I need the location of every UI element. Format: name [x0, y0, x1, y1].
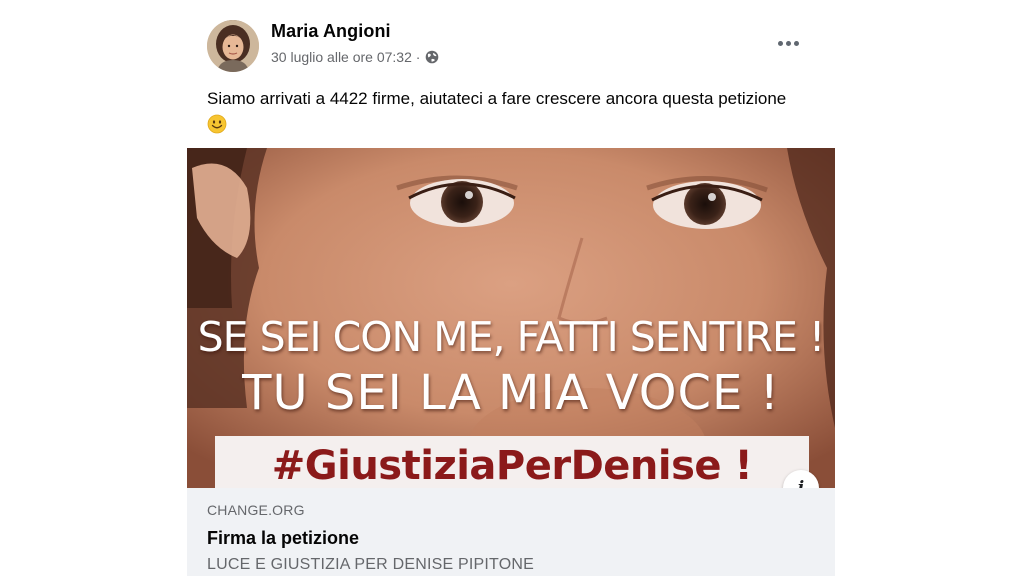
post-timestamp[interactable]: 30 luglio alle ore 07:32 ·	[271, 49, 420, 65]
link-title[interactable]: Firma la petizione	[207, 528, 359, 549]
image-headline-line1: SE SEI CON ME, FATTI SENTIRE !	[197, 313, 826, 361]
image-headline-line2: TU SEI LA MIA VOCE !	[242, 365, 780, 421]
link-description: LUCE E GIUSTIZIA PER DENISE PIPITONE	[207, 556, 534, 573]
globe-icon[interactable]	[425, 50, 439, 64]
hashtag-text: #GiustiziaPerDenise !	[271, 443, 753, 488]
author-name[interactable]: Maria Angioni	[271, 21, 391, 42]
post-text-body: Siamo arrivati a 4422 firme, aiutateci a…	[207, 89, 787, 108]
link-preview[interactable]: CHANGE.ORG Firma la petizione LUCE E GIU…	[187, 488, 835, 576]
author-avatar[interactable]	[207, 20, 259, 72]
more-options-button[interactable]	[773, 30, 803, 56]
post-image[interactable]: SE SEI CON ME, FATTI SENTIRE ! TU SEI LA…	[187, 148, 835, 488]
link-domain: CHANGE.ORG	[207, 502, 305, 518]
more-options-icon	[777, 40, 783, 46]
avatar-image	[207, 20, 259, 72]
facebook-post: Maria Angioni 30 luglio alle ore 07:32 ·…	[187, 0, 835, 576]
post-text: Siamo arrivati a 4422 firme, aiutateci a…	[207, 86, 807, 138]
post-header: Maria Angioni 30 luglio alle ore 07:32 ·	[187, 0, 835, 82]
slightly-smiling-face-emoji	[207, 114, 227, 134]
post-meta: 30 luglio alle ore 07:32 ·	[271, 49, 439, 65]
